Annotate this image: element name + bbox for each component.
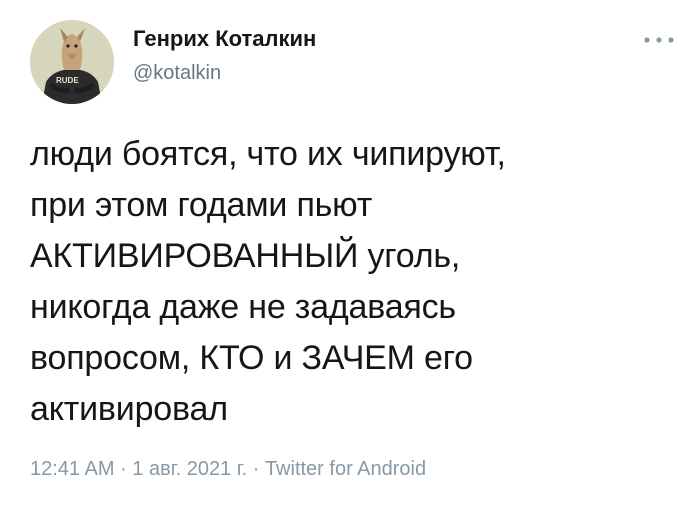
meta-separator: ·	[114, 458, 133, 480]
tweet-meta: 12:41 AM · 1 авг. 2021 г. · Twitter for …	[30, 458, 426, 481]
author-display-name[interactable]: Генрих Коталкин	[133, 26, 316, 52]
tweet-time[interactable]: 12:41 AM	[30, 458, 115, 480]
tweet-text: люди боятся, что их чипируют, при этом г…	[30, 135, 506, 428]
avatar-shirt-text: RUDE	[56, 76, 79, 85]
more-dots-icon	[644, 37, 674, 43]
avatar-image: RUDE	[30, 20, 114, 104]
author-handle[interactable]: @kotalkin	[133, 62, 221, 85]
meta-separator: ·	[247, 458, 265, 480]
tweet: RUDE Генрих Коталкин @kotalkin люди боят…	[0, 0, 700, 517]
avatar[interactable]: RUDE	[30, 20, 114, 104]
more-options-button[interactable]	[640, 30, 678, 50]
tweet-source[interactable]: Twitter for Android	[265, 458, 426, 480]
tweet-date[interactable]: 1 авг. 2021 г.	[132, 458, 247, 480]
